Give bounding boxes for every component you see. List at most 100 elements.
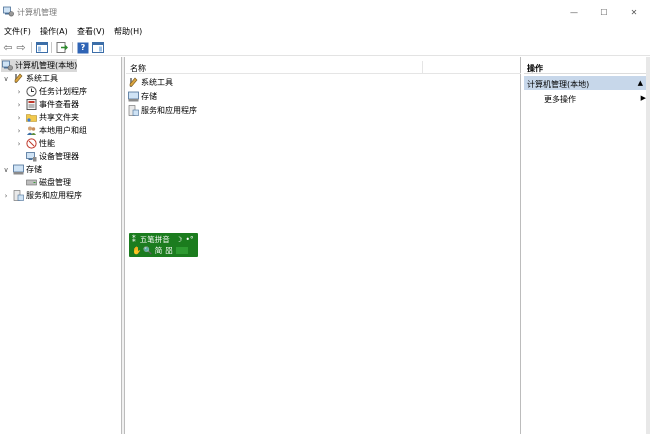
tree-item-device-manager[interactable]: 设备管理器: [26, 150, 79, 163]
chevron-right-icon: ›: [4, 191, 8, 200]
tree-item-label: 存储: [26, 165, 42, 174]
list-item-label: 系统工具: [141, 78, 173, 87]
show-hide-tree-button[interactable]: [35, 41, 49, 54]
toolbar-separator: [51, 42, 52, 53]
storage-icon: [13, 164, 24, 175]
minimize-icon: —: [570, 7, 578, 17]
tree-item-root[interactable]: 计算机管理(本地): [1, 59, 77, 72]
punctuation-icon[interactable]: •°: [185, 235, 193, 244]
ime-grip-icon[interactable]: ⁑: [132, 235, 136, 244]
tree-item-performance[interactable]: 性能: [26, 137, 55, 150]
computer-management-icon: [3, 6, 14, 17]
ime-top-row: ⁑ 五笔拼音 ☽ •°: [132, 234, 194, 245]
help-button[interactable]: ?: [76, 41, 90, 54]
window-edge: [646, 57, 650, 434]
menu-file[interactable]: 文件(F): [4, 26, 31, 37]
tree-item-system-tools[interactable]: 系统工具: [13, 72, 58, 85]
chevron-right-icon: ›: [17, 126, 21, 135]
users-icon: [27, 126, 36, 135]
expand-toggle[interactable]: ›: [15, 124, 23, 137]
chevron-down-icon: ∨: [3, 165, 9, 174]
tree-item-label: 性能: [39, 139, 55, 148]
close-button[interactable]: ✕: [618, 0, 650, 24]
action-group-computer-management[interactable]: 计算机管理(本地) ▲: [524, 76, 646, 90]
storage-icon: [128, 91, 139, 102]
expand-toggle[interactable]: ∨: [2, 72, 10, 85]
performance-icon: [26, 138, 37, 149]
ime-name[interactable]: 五笔拼音: [140, 234, 170, 245]
ime-width-mode[interactable]: 㗊: [165, 245, 173, 256]
tree-item-event-viewer[interactable]: 事件查看器: [26, 98, 79, 111]
action-pane-icon: [92, 42, 104, 53]
tree-item-label: 系统工具: [26, 74, 58, 83]
tree-item-label: 磁盘管理: [39, 178, 71, 187]
close-icon: ✕: [630, 7, 638, 17]
ime-mode[interactable]: 简: [155, 245, 163, 256]
expand-toggle[interactable]: ›: [15, 85, 23, 98]
expand-toggle[interactable]: ›: [2, 189, 10, 202]
shared-folder-icon: [26, 114, 37, 122]
collapse-up-icon[interactable]: ▲: [638, 79, 643, 87]
expand-toggle[interactable]: ›: [15, 111, 23, 124]
chevron-down-icon: ∨: [3, 74, 9, 83]
more-actions-label: 更多操作: [544, 95, 576, 104]
computer-management-icon: [2, 60, 13, 71]
tree-item-label: 计算机管理(本地): [15, 61, 78, 70]
forward-button[interactable]: ⇨: [14, 41, 28, 54]
hand-icon[interactable]: ✋: [132, 246, 141, 255]
tree-item-storage[interactable]: 存储: [13, 163, 42, 176]
expand-toggle[interactable]: ∨: [2, 163, 10, 176]
ime-candidate-box: [175, 247, 188, 254]
toolbar-separator: [72, 42, 73, 53]
chevron-right-icon: ›: [17, 100, 21, 109]
console-tree-icon: [36, 42, 48, 53]
list-item-label: 存储: [141, 92, 157, 101]
more-actions-item[interactable]: 更多操作 ▶: [544, 94, 646, 107]
action-group-label: 计算机管理(本地): [527, 80, 590, 89]
tree-item-services-apps[interactable]: 服务和应用程序: [13, 189, 82, 202]
list-item[interactable]: 存储: [128, 90, 157, 103]
ime-status-bar[interactable]: ⁑ 五笔拼音 ☽ •° ✋ 🔍 简 㗊: [129, 233, 198, 257]
pane-splitter[interactable]: [122, 57, 125, 434]
menu-help[interactable]: 帮助(H): [114, 26, 142, 37]
expand-toggle[interactable]: ›: [15, 137, 23, 150]
tree-item-label: 本地用户和组: [39, 126, 87, 135]
list-item[interactable]: 服务和应用程序: [128, 104, 197, 117]
event-viewer-icon: [26, 99, 37, 110]
list-item-label: 服务和应用程序: [141, 106, 197, 115]
tools-icon: [129, 77, 138, 87]
chevron-right-icon: ›: [17, 139, 21, 148]
tree-item-local-users[interactable]: 本地用户和组: [26, 124, 87, 137]
moon-icon[interactable]: ☽: [176, 235, 183, 244]
help-glyph: ?: [80, 43, 86, 52]
tree-item-label: 设备管理器: [39, 152, 79, 161]
window-title: 计算机管理: [17, 8, 57, 17]
list-header: 名称: [126, 61, 521, 74]
maximize-icon: ☐: [600, 7, 608, 17]
title-bar: 计算机管理 — ☐ ✕: [0, 0, 650, 24]
services-icon: [128, 105, 139, 116]
expand-toggle[interactable]: ›: [15, 98, 23, 111]
action-pane-header: 操作: [524, 61, 646, 74]
menu-action[interactable]: 操作(A): [40, 26, 68, 37]
export-list-button[interactable]: [55, 41, 69, 54]
show-action-pane-button[interactable]: [91, 41, 105, 54]
clock-icon: [26, 86, 37, 97]
tree-item-label: 事件查看器: [39, 100, 79, 109]
search-icon[interactable]: 🔍: [143, 246, 152, 255]
back-button[interactable]: ⇦: [1, 41, 15, 54]
menu-view[interactable]: 查看(V): [77, 26, 105, 37]
console-tree: 计算机管理(本地) ∨ 系统工具 › 任务计划程序 › 事件查看器 › 共享文件…: [0, 57, 122, 434]
services-icon: [13, 190, 24, 201]
tools-icon: [14, 73, 23, 83]
column-divider[interactable]: [422, 61, 423, 74]
tree-item-disk-management[interactable]: 磁盘管理: [26, 176, 71, 189]
list-item[interactable]: 系统工具: [128, 76, 173, 89]
tree-item-task-scheduler[interactable]: 任务计划程序: [26, 85, 87, 98]
column-header-name[interactable]: 名称: [130, 63, 146, 74]
export-list-icon: [56, 42, 68, 53]
minimize-button[interactable]: —: [558, 0, 590, 24]
chevron-right-icon: ›: [17, 113, 21, 122]
maximize-button[interactable]: ☐: [588, 0, 620, 24]
tree-item-shared-folders[interactable]: 共享文件夹: [26, 111, 79, 124]
